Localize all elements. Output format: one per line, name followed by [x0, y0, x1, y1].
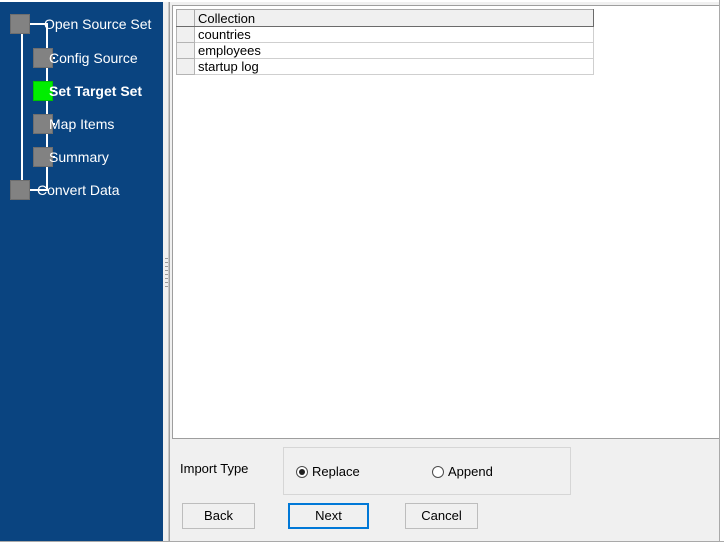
radio-label-append: Append [448, 464, 493, 479]
window-edge-top [0, 0, 724, 2]
tree-trunk-outer [21, 30, 23, 188]
sidebar-item-label-convert-data[interactable]: Convert Data [37, 182, 119, 198]
table-row[interactable]: employees [177, 43, 594, 59]
cancel-button[interactable]: Cancel [405, 503, 478, 529]
radio-label-replace: Replace [312, 464, 360, 479]
sidebar-item-label-summary[interactable]: Summary [49, 149, 109, 165]
import-type-group: Replace Append [283, 447, 571, 495]
window-edge-right [719, 0, 724, 546]
sidebar-item-label-config-source[interactable]: Config Source [49, 50, 138, 66]
cell-collection[interactable]: countries [195, 27, 594, 43]
table-row[interactable]: countries [177, 27, 594, 43]
radio-selected-icon[interactable] [296, 466, 308, 478]
radio-option-append[interactable]: Append [432, 464, 493, 479]
import-type-row: Import Type Replace Append [172, 441, 720, 497]
sidebar-item-label-map-items[interactable]: Map Items [49, 116, 114, 132]
table-header-row: Collection [177, 10, 594, 27]
column-header-collection[interactable]: Collection [195, 10, 594, 27]
collection-table[interactable]: Collection countries employees startup l… [176, 9, 594, 75]
cell-collection[interactable]: startup log [195, 59, 594, 75]
table-row[interactable]: startup log [177, 59, 594, 75]
radio-unselected-icon[interactable] [432, 466, 444, 478]
sidebar-node-convert-data[interactable] [10, 180, 30, 200]
wizard-content-pane: Collection countries employees startup l… [170, 0, 724, 546]
wizard-action-buttons: Back Next Cancel [170, 503, 724, 533]
wizard-window: Open Source Set Config Source Set Target… [0, 0, 724, 546]
radio-option-replace[interactable]: Replace [296, 464, 360, 479]
wizard-step-sidebar: Open Source Set Config Source Set Target… [0, 0, 163, 546]
sidebar-node-open-source-set[interactable] [10, 14, 30, 34]
sidebar-splitter[interactable] [163, 0, 170, 546]
collection-grid-panel[interactable]: Collection countries employees startup l… [172, 5, 720, 439]
sidebar-item-label-set-target-set[interactable]: Set Target Set [49, 83, 142, 99]
back-button[interactable]: Back [182, 503, 255, 529]
row-selector-cell[interactable] [177, 27, 195, 43]
import-type-label: Import Type [180, 461, 248, 476]
window-edge-bottom [0, 541, 724, 546]
next-button[interactable]: Next [288, 503, 369, 529]
row-selector-header[interactable] [177, 10, 195, 27]
cell-collection[interactable]: employees [195, 43, 594, 59]
sidebar-item-label-open-source-set[interactable]: Open Source Set [44, 16, 151, 32]
row-selector-cell[interactable] [177, 59, 195, 75]
row-selector-cell[interactable] [177, 43, 195, 59]
